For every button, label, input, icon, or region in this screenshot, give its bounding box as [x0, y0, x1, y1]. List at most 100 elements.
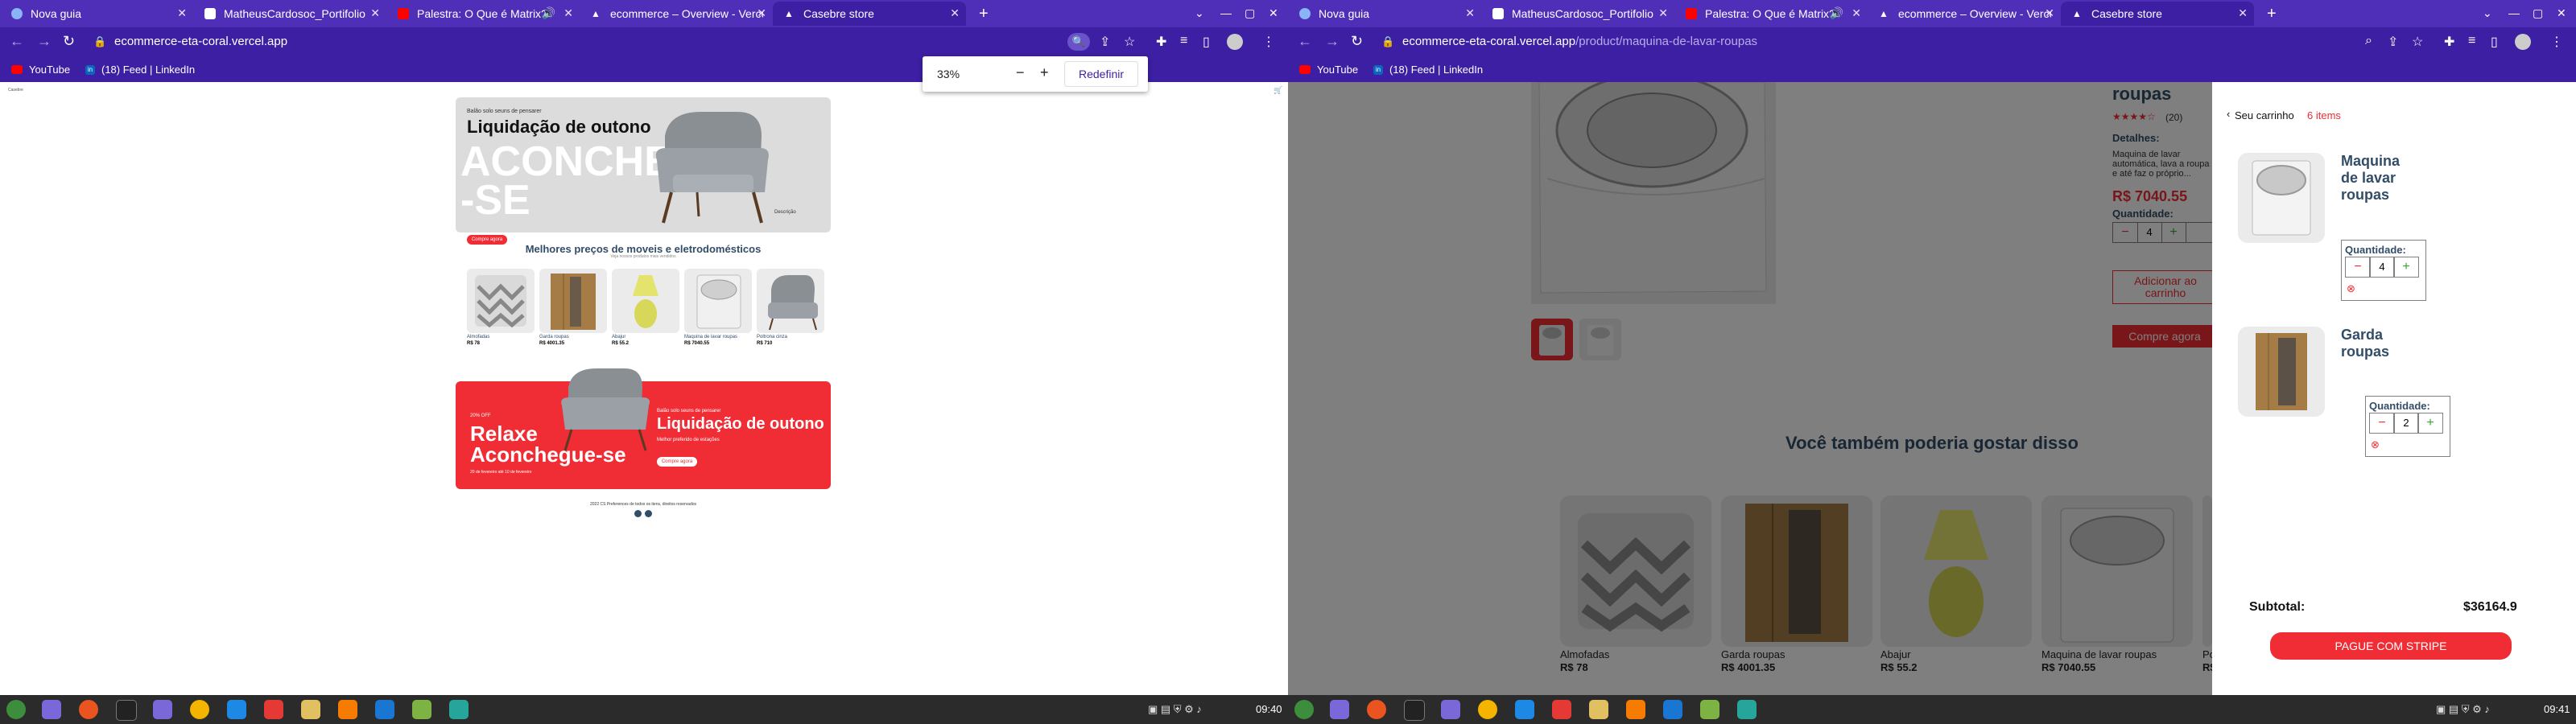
share-icon[interactable]: ⇪ — [1100, 34, 1110, 50]
close-icon[interactable]: ✕ — [1658, 6, 1668, 20]
remove-icon[interactable]: ⊗ — [2347, 282, 2355, 295]
chrome-icon[interactable] — [190, 700, 209, 719]
zoom-in-button[interactable]: + — [1040, 64, 1049, 81]
minimize-icon[interactable]: — — [2508, 6, 2520, 19]
terminal-icon[interactable] — [116, 700, 137, 721]
remove-icon[interactable]: ⊗ — [2371, 438, 2380, 451]
forward-icon[interactable]: → — [37, 33, 52, 50]
cart-overlay[interactable] — [1288, 82, 2212, 695]
tray-icons[interactable]: ▣ ▤ ⛨ ⚙ ♪ — [2436, 703, 2490, 716]
close-window-icon[interactable]: ✕ — [1269, 6, 1278, 20]
decrement-button[interactable]: − — [2345, 257, 2371, 278]
address-bar[interactable]: ecommerce-eta-coral.vercel.app/product/m… — [1402, 35, 1757, 48]
bookmark-youtube[interactable]: YouTube — [11, 64, 70, 76]
brush-icon[interactable] — [338, 700, 357, 719]
android-icon[interactable] — [1700, 700, 1719, 719]
close-icon[interactable]: ✕ — [2238, 6, 2248, 20]
product-card[interactable] — [467, 269, 535, 333]
clock[interactable]: 09:40 — [1256, 703, 1282, 715]
close-icon[interactable]: ✕ — [1852, 6, 1861, 20]
dropdown-icon[interactable]: ⌄ — [2483, 6, 2492, 20]
reload-icon[interactable]: ↻ — [63, 33, 75, 50]
close-icon[interactable]: ✕ — [2045, 6, 2054, 20]
cart-icon[interactable]: 🛒 — [1274, 86, 1282, 95]
twitter-icon[interactable] — [645, 510, 652, 517]
media-icon[interactable]: ≡ — [1180, 34, 1187, 48]
app-icon[interactable] — [1663, 700, 1682, 719]
zoom-icon[interactable]: 🔍 — [1067, 33, 1090, 51]
settings-icon[interactable] — [1589, 700, 1608, 719]
app-icon[interactable] — [375, 700, 394, 719]
app-icon[interactable] — [1552, 700, 1571, 719]
new-tab-icon[interactable]: + — [979, 5, 989, 23]
zoom-reset-button[interactable]: Redefinir — [1064, 61, 1138, 87]
increment-button[interactable]: + — [2393, 257, 2419, 278]
speaker-icon[interactable]: 🔊 — [542, 6, 555, 20]
cart-back-button[interactable]: Seu carrinho — [2235, 109, 2294, 121]
files-icon[interactable] — [1441, 700, 1460, 719]
vscode-icon[interactable] — [1515, 700, 1534, 719]
site-brand[interactable]: Casebre — [8, 88, 23, 93]
sidebar-icon[interactable]: ▯ — [2491, 34, 2498, 50]
menu-icon[interactable]: ⋮ — [1262, 34, 1275, 50]
star-icon[interactable]: ☆ — [1124, 34, 1135, 50]
app-icon[interactable] — [1737, 700, 1757, 719]
brush-icon[interactable] — [1626, 700, 1645, 719]
clock[interactable]: 09:41 — [2544, 703, 2570, 715]
product-card[interactable] — [612, 269, 679, 333]
firefox-icon[interactable] — [79, 700, 98, 719]
tab-portfolio[interactable]: MatheusCardosoc_Portifolio ✕ — [1481, 2, 1674, 26]
close-icon[interactable]: ✕ — [757, 6, 766, 20]
close-icon[interactable]: ✕ — [950, 6, 960, 20]
bookmark-linkedin[interactable]: in (18) Feed | LinkedIn — [85, 64, 195, 76]
increment-button[interactable]: + — [2417, 413, 2443, 434]
menu-icon[interactable]: ⋮ — [2550, 34, 2563, 50]
extensions-icon[interactable]: ✚ — [1156, 34, 1166, 50]
maximize-icon[interactable]: ▢ — [1245, 6, 1255, 20]
share-icon[interactable]: ⇪ — [2388, 34, 2398, 50]
menu-icon[interactable] — [1294, 700, 1314, 719]
back-icon[interactable]: ← — [1298, 33, 1312, 50]
bookmark-youtube[interactable]: YouTube — [1299, 64, 1358, 76]
product-card[interactable] — [539, 269, 607, 333]
bookmark-linkedin[interactable]: in (18) Feed | LinkedIn — [1373, 64, 1483, 76]
minimize-icon[interactable]: — — [1220, 6, 1232, 19]
banner-buy-button[interactable]: Compre agora — [657, 457, 697, 467]
media-icon[interactable]: ≡ — [2468, 34, 2475, 48]
chevron-left-icon[interactable]: ‹ — [2227, 108, 2230, 120]
product-card[interactable] — [757, 269, 824, 333]
terminal-icon[interactable] — [1404, 700, 1425, 721]
product-card[interactable] — [684, 269, 752, 333]
zoom-out-button[interactable]: − — [1016, 64, 1025, 81]
dropdown-icon[interactable]: ⌄ — [1195, 6, 1204, 20]
tab-casebre-store[interactable]: ▲ Casebre store ✕ — [2061, 2, 2254, 26]
speaker-icon[interactable]: 🔊 — [1830, 6, 1843, 20]
tab-youtube[interactable]: Palestra: O Que é Matrix? 🔊 ✕ — [386, 2, 580, 26]
vscode-icon[interactable] — [227, 700, 246, 719]
pay-with-stripe-button[interactable]: PAGUE COM STRIPE — [2270, 632, 2512, 660]
tab-portfolio[interactable]: MatheusCardosoc_Portifolio ✕ — [193, 2, 386, 26]
close-icon[interactable]: ✕ — [564, 6, 573, 20]
folder-icon[interactable] — [42, 700, 61, 719]
avatar[interactable] — [1227, 34, 1243, 50]
tab-vercel[interactable]: ▲ ecommerce – Overview - Vercel ✕ — [580, 2, 773, 26]
android-icon[interactable] — [412, 700, 431, 719]
extensions-icon[interactable]: ✚ — [2444, 34, 2454, 50]
folder-icon[interactable] — [1330, 700, 1349, 719]
menu-icon[interactable] — [6, 700, 26, 719]
close-icon[interactable]: ✕ — [1465, 6, 1475, 20]
close-window-icon[interactable]: ✕ — [2557, 6, 2566, 20]
tab-vercel[interactable]: ▲ ecommerce – Overview - Vercel ✕ — [1868, 2, 2061, 26]
reload-icon[interactable]: ↻ — [1351, 33, 1363, 50]
close-icon[interactable]: ✕ — [177, 6, 187, 20]
forward-icon[interactable]: → — [1325, 33, 1340, 50]
avatar[interactable] — [2515, 34, 2531, 50]
app-icon[interactable] — [449, 700, 469, 719]
close-icon[interactable]: ✕ — [370, 6, 380, 20]
tab-youtube[interactable]: Palestra: O Que é Matrix? 🔊 ✕ — [1674, 2, 1868, 26]
decrement-button[interactable]: − — [2369, 413, 2395, 434]
settings-icon[interactable] — [301, 700, 320, 719]
firefox-icon[interactable] — [1367, 700, 1386, 719]
tray-icons[interactable]: ▣ ▤ ⛨ ⚙ ♪ — [1148, 703, 1202, 716]
instagram-icon[interactable] — [634, 510, 642, 517]
